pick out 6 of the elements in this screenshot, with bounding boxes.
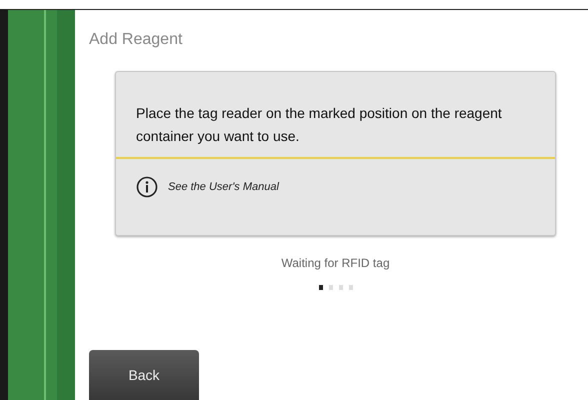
instruction-text: Place the tag reader on the marked position on the reagent container you want to use. xyxy=(136,104,503,146)
back-button[interactable]: Back xyxy=(89,350,199,400)
info-icon xyxy=(136,176,158,198)
page-title: Add Reagent xyxy=(89,31,184,49)
status-text: Waiting for RFID tag xyxy=(280,256,391,270)
manual-link[interactable]: See the User's Manual xyxy=(168,181,279,193)
